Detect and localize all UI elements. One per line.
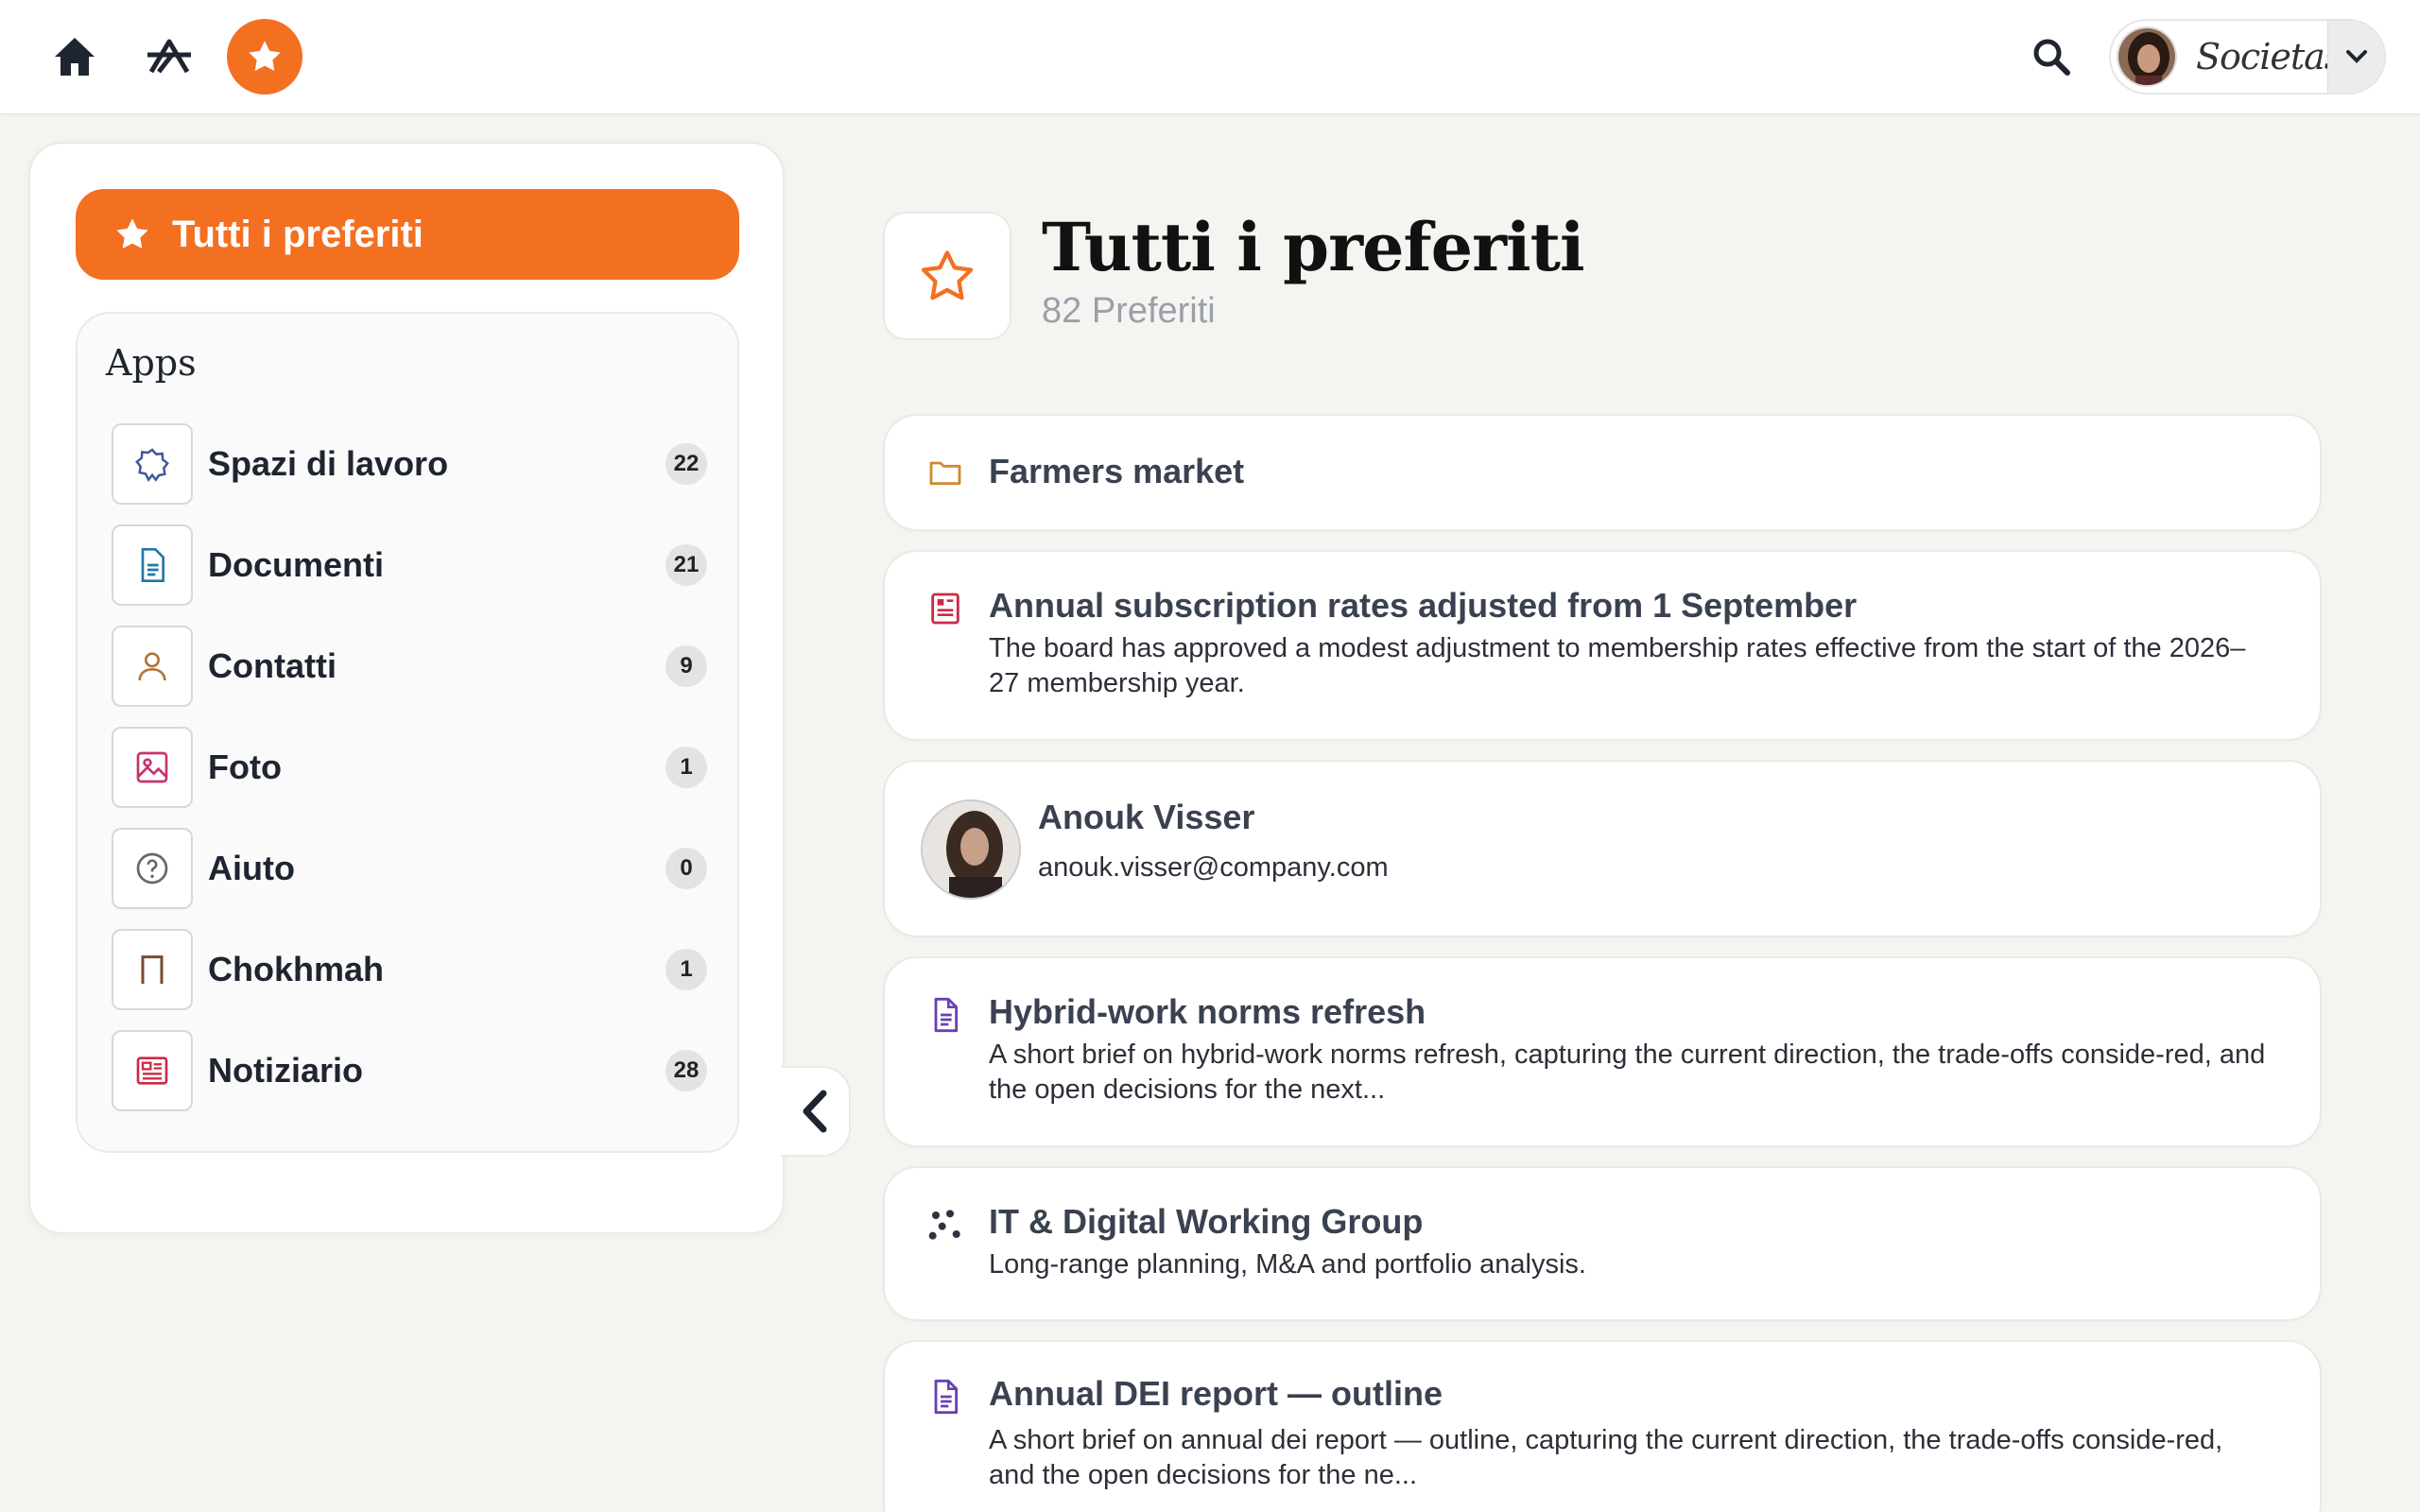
document-icon — [112, 524, 193, 606]
apps-title: Apps — [106, 342, 197, 384]
sidebar-item-contacts[interactable]: Contatti 9 — [112, 625, 707, 708]
apps-panel: Apps Spazi di lavoro 22 Documenti 21 Con… — [76, 312, 739, 1153]
sidebar-item-label: Documenti — [208, 545, 385, 584]
sidebar-item-label: Aiuto — [208, 849, 295, 887]
sidebar: Tutti i preferiti Apps Spazi di lavoro 2… — [28, 142, 785, 1234]
favorite-card-document[interactable]: Annual DEI report — outline A short brie… — [883, 1340, 2322, 1512]
newspaper-icon — [926, 590, 964, 627]
card-description: The board has approved a modest adjustme… — [989, 633, 2246, 698]
all-favorites-label: Tutti i preferiti — [172, 213, 424, 255]
sidebar-item-label: Contatti — [208, 646, 337, 685]
card-description: A short brief on hybrid-work norms refre… — [989, 1040, 2266, 1105]
sidebar-item-newsletter[interactable]: Notiziario 28 — [112, 1029, 707, 1112]
count-badge: 9 — [666, 645, 707, 687]
star-outline-icon — [883, 212, 1011, 340]
chevron-down-icon[interactable] — [2327, 21, 2384, 93]
favorites-count: 82 Preferiti — [1042, 291, 1216, 331]
sidebar-item-label: Spazi di lavoro — [208, 444, 449, 483]
card-title: Annual subscription rates adjusted from … — [989, 586, 1858, 625]
image-icon — [112, 727, 193, 808]
count-badge: 0 — [666, 848, 707, 889]
folder-icon — [926, 454, 964, 491]
sidebar-item-documents[interactable]: Documenti 21 — [112, 524, 707, 607]
sidebar-item-label: Foto — [208, 747, 282, 786]
card-title: Farmers market — [989, 452, 1245, 490]
org-logo: Societas — [2196, 36, 2342, 77]
favorite-card-news[interactable]: Annual subscription rates adjusted from … — [883, 550, 2322, 741]
card-description: Long-range planning, M&A and portfolio a… — [989, 1249, 1586, 1280]
search-icon[interactable] — [2021, 26, 2082, 87]
collapse-sidebar-button[interactable] — [781, 1066, 851, 1157]
home-icon[interactable] — [44, 26, 105, 87]
newspaper-icon — [112, 1030, 193, 1111]
user-avatar — [2117, 26, 2177, 87]
card-title: Annual DEI report — outline — [989, 1374, 1443, 1413]
contact-name: Anouk Visser — [1038, 798, 1255, 836]
chevron-left-icon — [803, 1090, 827, 1133]
contact-email[interactable]: anouk.visser@company.com — [1038, 850, 2324, 885]
apps-icon[interactable] — [139, 26, 199, 87]
sidebar-item-label: Notiziario — [208, 1051, 364, 1090]
count-badge: 22 — [666, 443, 707, 485]
count-badge: 1 — [666, 747, 707, 788]
workspace-star-icon — [112, 423, 193, 505]
favorite-card-group[interactable]: IT & Digital Working Group Long-range pl… — [883, 1166, 2322, 1321]
count-badge: 1 — [666, 949, 707, 990]
sidebar-item-chokhmah[interactable]: Chokhmah 1 — [112, 928, 707, 1011]
contact-avatar — [921, 799, 1021, 900]
page-title: Tutti i preferiti — [1042, 208, 1585, 286]
favorite-card-document[interactable]: Hybrid-work norms refresh A short brief … — [883, 956, 2322, 1147]
favorite-card-contact[interactable]: Anouk Visser anouk.visser@company.com — [883, 760, 2322, 937]
sidebar-item-label: Chokhmah — [208, 950, 385, 988]
count-badge: 21 — [666, 544, 707, 586]
sidebar-item-help[interactable]: Aiuto 0 — [112, 827, 707, 910]
all-favorites-button[interactable]: Tutti i preferiti — [76, 189, 739, 280]
document-icon — [926, 996, 964, 1034]
card-description: A short brief on annual dei report — out… — [989, 1425, 2223, 1490]
group-dots-icon — [926, 1206, 964, 1244]
document-icon — [926, 1378, 964, 1416]
arch-icon — [112, 929, 193, 1010]
favorite-card-folder[interactable]: Farmers market — [883, 414, 2322, 531]
help-icon — [112, 828, 193, 909]
card-title: Hybrid-work norms refresh — [989, 992, 1426, 1031]
sidebar-item-photos[interactable]: Foto 1 — [112, 726, 707, 809]
card-title: IT & Digital Working Group — [989, 1202, 1424, 1241]
favorites-star-icon[interactable] — [227, 19, 302, 94]
sidebar-item-workspaces[interactable]: Spazi di lavoro 22 — [112, 422, 707, 506]
star-icon — [113, 215, 151, 253]
count-badge: 28 — [666, 1050, 707, 1091]
person-icon — [112, 626, 193, 707]
top-bar: Societas — [0, 0, 2420, 114]
user-menu[interactable]: Societas — [2109, 19, 2386, 94]
